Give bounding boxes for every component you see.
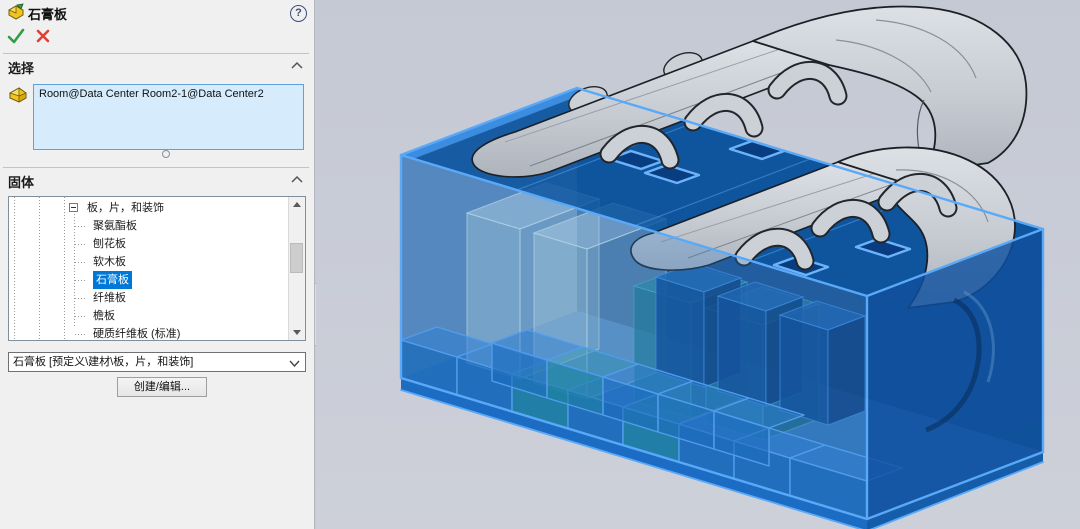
divider [3,167,309,168]
section-header-selection[interactable]: 选择 [8,58,34,77]
tree-item[interactable]: 硬质纤维板 (标准) [9,325,285,340]
resize-handle[interactable] [162,150,170,158]
material-dropdown[interactable]: 石膏板 [预定义\建材\板，片，和装饰] [8,352,306,372]
tree-item[interactable]: 聚氨酯板 [9,217,285,235]
select-pointer-icon [9,87,27,103]
close-icon[interactable] [35,28,51,44]
selection-value: Room@Data Center Room2-1@Data Center2 [39,88,264,100]
check-icon[interactable] [7,28,25,44]
section-header-solid[interactable]: 固体 [8,172,34,191]
chevron-up-icon[interactable] [291,175,303,183]
selection-list[interactable]: Room@Data Center Room2-1@Data Center2 [33,84,304,150]
help-icon[interactable]: ? [290,5,307,22]
property-manager-panel: 石膏板 ? 选择 Room@Data Center Room2-1@Data C… [0,0,315,529]
tree-item[interactable]: 软木板 [9,253,285,271]
scroll-up-icon[interactable] [293,202,301,207]
tree-item[interactable]: 刨花板 [9,235,285,253]
data-center-room-model[interactable] [316,0,1080,529]
page-title: 石膏板 [28,7,68,22]
tree-item[interactable]: 檐板 [9,307,285,325]
material-dropdown-value: 石膏板 [预定义\建材\板，片，和装饰] [13,356,194,368]
chevron-up-icon[interactable] [291,61,303,69]
tree-item[interactable]: 纤维板 [9,289,285,307]
scrollbar-thumb[interactable] [290,243,303,273]
tree-scrollbar[interactable] [288,197,305,340]
viewport-3d[interactable] [316,0,1080,529]
chevron-down-icon [289,360,300,367]
material-tree[interactable]: 板，片，和装饰 聚氨酯板 刨花板 软木板 石膏板 纤维板 檐板 硬质纤维板 (标… [8,196,306,341]
tree-item-selected[interactable]: 石膏板 [9,271,285,289]
collapse-box-icon[interactable] [69,203,78,212]
divider [3,53,309,54]
create-edit-button[interactable]: 创建/编辑... [117,377,207,397]
scroll-down-icon[interactable] [293,330,301,335]
tree-node-category[interactable]: 板，片，和装饰 [9,199,285,217]
solid-body-icon [8,3,24,20]
